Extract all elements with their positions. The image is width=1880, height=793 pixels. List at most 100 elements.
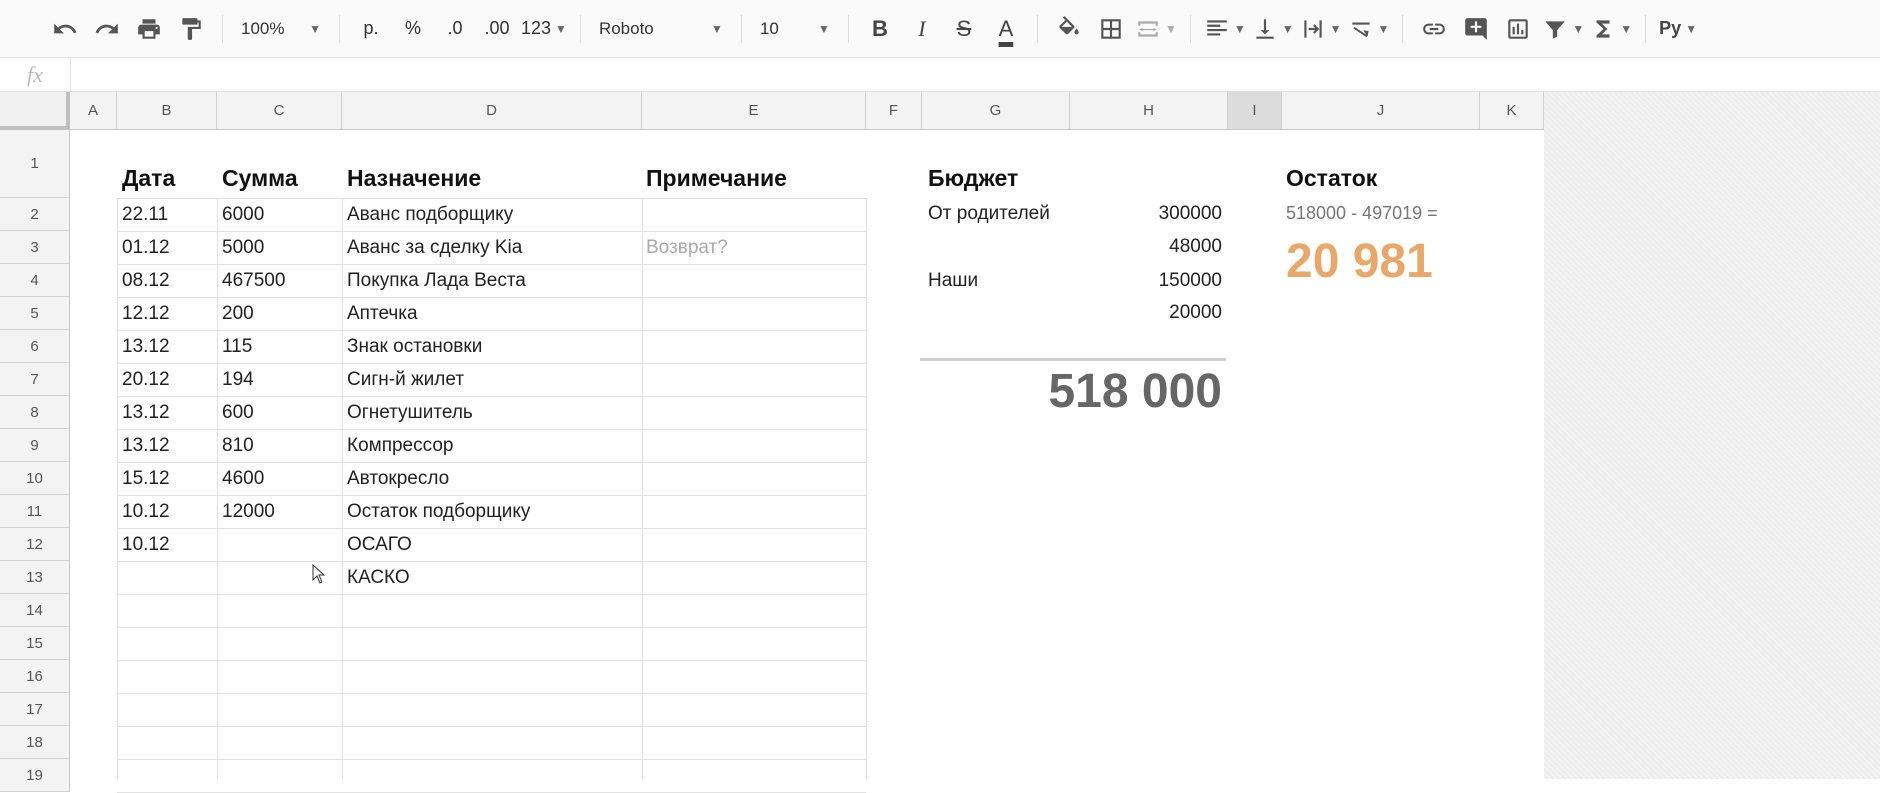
row-header-5[interactable]: 5 [0, 297, 70, 330]
font-select[interactable]: Roboto ▼ [591, 11, 731, 47]
cell-purpose[interactable]: Аванс за сделку Kia [347, 231, 522, 264]
budget-total[interactable]: 518 000 [960, 364, 1222, 419]
column-header-f[interactable]: F [866, 92, 922, 130]
borders-button[interactable] [1093, 11, 1129, 47]
cell-date[interactable]: 20.12 [122, 363, 170, 396]
cell-note[interactable]: Возврат? [646, 231, 728, 264]
cell-date[interactable]: 08.12 [122, 264, 170, 297]
header-note[interactable]: Примечание [646, 165, 787, 192]
cell-date[interactable]: 13.12 [122, 429, 170, 462]
cell-purpose[interactable]: Компрессор [347, 429, 453, 462]
column-header-i[interactable]: I [1228, 92, 1282, 130]
cell-amount[interactable]: 4600 [222, 462, 264, 495]
row-header-19[interactable]: 19 [0, 759, 70, 792]
remainder-value[interactable]: 20 981 [1286, 234, 1433, 289]
insert-chart-button[interactable] [1500, 11, 1536, 47]
paint-format-button[interactable] [173, 11, 209, 47]
cell-date[interactable]: 13.12 [122, 330, 170, 363]
vertical-align-button[interactable]: ▼ [1252, 11, 1294, 47]
increase-decimal-button[interactable]: .00 [479, 11, 515, 47]
budget-value-3[interactable]: 20000 [1070, 296, 1222, 329]
cell-amount[interactable]: 6000 [222, 198, 264, 231]
column-header-k[interactable]: K [1480, 92, 1544, 130]
column-header-h[interactable]: H [1070, 92, 1228, 130]
more-formats-button[interactable]: 123 ▼ [521, 11, 567, 47]
column-header-b[interactable]: B [117, 92, 217, 130]
row-header-17[interactable]: 17 [0, 693, 70, 726]
cell-amount[interactable]: 810 [222, 429, 254, 462]
column-header-a[interactable]: A [70, 92, 117, 130]
row-header-13[interactable]: 13 [0, 561, 70, 594]
cell-date[interactable]: 15.12 [122, 462, 170, 495]
cell-date[interactable]: 13.12 [122, 396, 170, 429]
row-header-2[interactable]: 2 [0, 198, 70, 231]
cell-purpose[interactable]: Сигн-й жилет [347, 363, 464, 396]
zoom-select[interactable]: 100% ▼ [233, 11, 329, 47]
remainder-title[interactable]: Остаток [1286, 165, 1377, 192]
cell-amount[interactable]: 115 [222, 330, 252, 363]
row-header-18[interactable]: 18 [0, 726, 70, 759]
cell-purpose[interactable]: Остаток подборщику [347, 495, 530, 528]
row-header-10[interactable]: 10 [0, 462, 70, 495]
row-header-1[interactable]: 1 [0, 130, 70, 198]
cell-amount[interactable]: 200 [222, 297, 254, 330]
row-header-14[interactable]: 14 [0, 594, 70, 627]
horizontal-align-button[interactable]: ▼ [1204, 11, 1246, 47]
fill-color-button[interactable] [1051, 11, 1087, 47]
row-header-4[interactable]: 4 [0, 264, 70, 297]
cell-purpose[interactable]: Знак остановки [347, 330, 482, 363]
cell-purpose[interactable]: Аванс подборщику [347, 198, 513, 231]
row-header-9[interactable]: 9 [0, 429, 70, 462]
budget-label-2[interactable]: Наши [928, 264, 978, 297]
merge-cells-button[interactable]: ▼ [1135, 11, 1177, 47]
cell-purpose[interactable]: Огнетушитель [347, 396, 473, 429]
row-header-8[interactable]: 8 [0, 396, 70, 429]
header-date[interactable]: Дата [122, 165, 175, 192]
cell-purpose[interactable]: Покупка Лада Веста [347, 264, 526, 297]
undo-button[interactable] [47, 11, 83, 47]
cell-amount[interactable]: 12000 [222, 495, 275, 528]
row-header-7[interactable]: 7 [0, 363, 70, 396]
currency-format-button[interactable]: р. [353, 11, 389, 47]
budget-value-0[interactable]: 300000 [1070, 197, 1222, 230]
column-header-d[interactable]: D [342, 92, 642, 130]
cell-amount[interactable]: 600 [222, 396, 254, 429]
bold-button[interactable]: B [862, 11, 898, 47]
cell-date[interactable]: 10.12 [122, 495, 170, 528]
cell-date[interactable]: 01.12 [122, 231, 170, 264]
insert-comment-button[interactable] [1458, 11, 1494, 47]
row-header-12[interactable]: 12 [0, 528, 70, 561]
header-amount[interactable]: Сумма [222, 165, 298, 192]
font-size-select[interactable]: 10 ▼ [752, 11, 838, 47]
cell-purpose[interactable]: ОСАГО [347, 528, 412, 561]
cell-purpose[interactable]: КАСКО [347, 561, 410, 594]
cell-purpose[interactable]: Аптечка [347, 297, 418, 330]
cell-date[interactable]: 12.12 [122, 297, 170, 330]
row-header-15[interactable]: 15 [0, 627, 70, 660]
cell-date[interactable]: 22.11 [122, 198, 168, 231]
header-purpose[interactable]: Назначение [347, 165, 481, 192]
column-header-c[interactable]: C [217, 92, 342, 130]
remainder-formula[interactable]: 518000 - 497019 = [1286, 197, 1438, 230]
insert-link-button[interactable] [1416, 11, 1452, 47]
formula-input[interactable] [71, 58, 1880, 91]
italic-button[interactable]: I [904, 11, 940, 47]
filter-button[interactable]: ▼ [1542, 11, 1584, 47]
budget-title[interactable]: Бюджет [928, 165, 1018, 192]
decrease-decimal-button[interactable]: .0 [437, 11, 473, 47]
cell-purpose[interactable]: Автокресло [347, 462, 449, 495]
functions-button[interactable]: ▼ [1590, 11, 1632, 47]
cell-amount[interactable]: 467500 [222, 264, 285, 297]
text-rotation-button[interactable]: ▼ [1348, 11, 1389, 47]
cell-amount[interactable]: 5000 [222, 231, 264, 264]
budget-value-2[interactable]: 150000 [1070, 264, 1222, 297]
cell-amount[interactable]: 194 [222, 363, 254, 396]
column-header-g[interactable]: G [922, 92, 1070, 130]
row-header-6[interactable]: 6 [0, 330, 70, 363]
column-header-e[interactable]: E [642, 92, 866, 130]
row-header-16[interactable]: 16 [0, 660, 70, 693]
text-color-button[interactable]: A [988, 11, 1024, 47]
budget-value-1[interactable]: 48000 [1070, 230, 1222, 263]
budget-label-0[interactable]: От родителей [928, 197, 1050, 230]
cell-date[interactable]: 10.12 [122, 528, 170, 561]
